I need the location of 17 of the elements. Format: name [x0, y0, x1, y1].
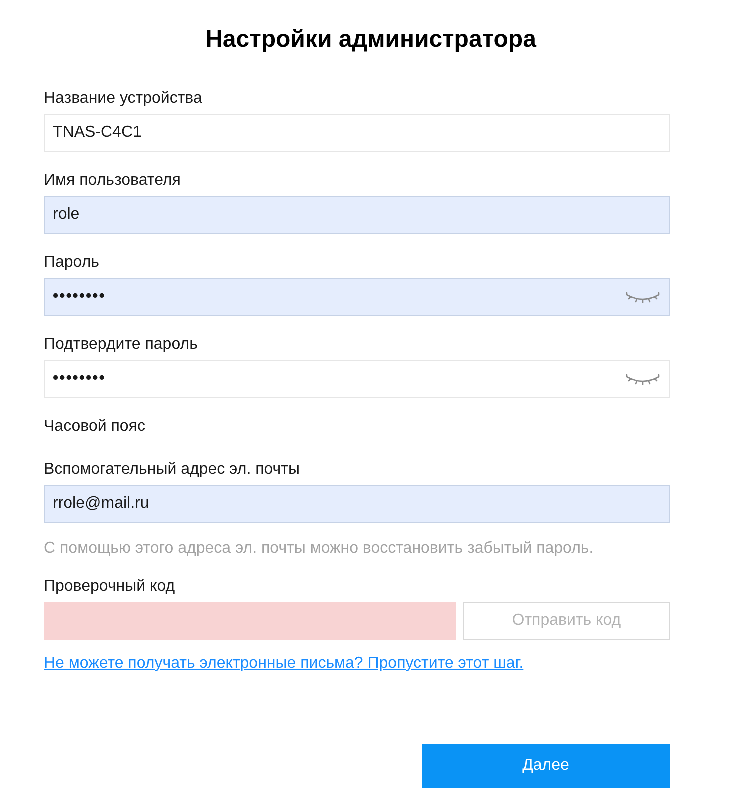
field-label: Пароль: [44, 253, 100, 273]
code-input[interactable]: [44, 602, 456, 640]
password-input[interactable]: ••••••••: [44, 360, 670, 398]
field-label: Название устройства: [44, 89, 202, 109]
page-title: Настройки администратора: [204, 25, 538, 55]
field-label: Имя пользователя: [44, 171, 181, 191]
hint-text: С помощью этого адреса эл. почты можно восстановить забытый пароль.: [44, 539, 594, 559]
closed-eye-icon[interactable]: [626, 292, 660, 303]
field-label: Проверочный код: [44, 577, 176, 597]
text-input[interactable]: rrole@mail.ru: [44, 485, 670, 523]
field-label: Часовой пояс: [44, 417, 146, 437]
text-input[interactable]: TNAS-C4C1: [44, 114, 670, 152]
text-input[interactable]: role: [44, 196, 670, 234]
field-label: Вспомогательный адрес эл. почты: [44, 460, 300, 480]
password-input[interactable]: ••••••••: [44, 278, 670, 316]
field-label: Подтвердите пароль: [44, 335, 198, 355]
closed-eye-icon[interactable]: [626, 374, 660, 385]
